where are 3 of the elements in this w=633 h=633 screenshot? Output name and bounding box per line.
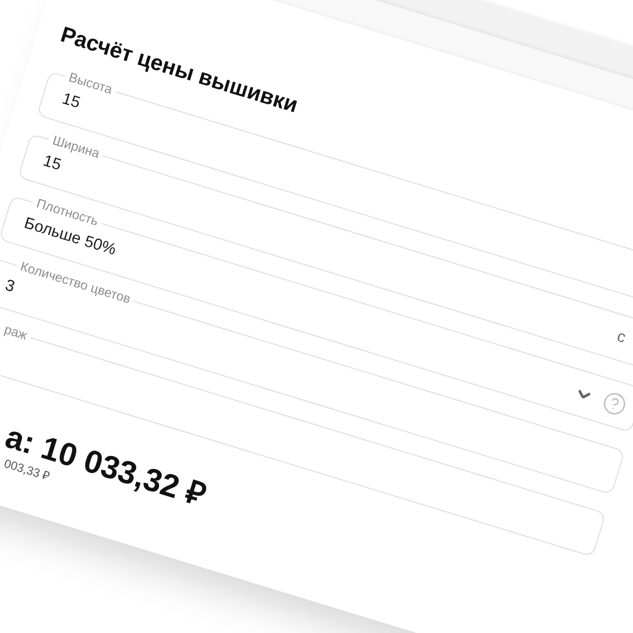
unit-label: с — [614, 327, 628, 349]
field-value: 3 — [2, 276, 17, 298]
chevron-down-icon — [577, 389, 591, 400]
